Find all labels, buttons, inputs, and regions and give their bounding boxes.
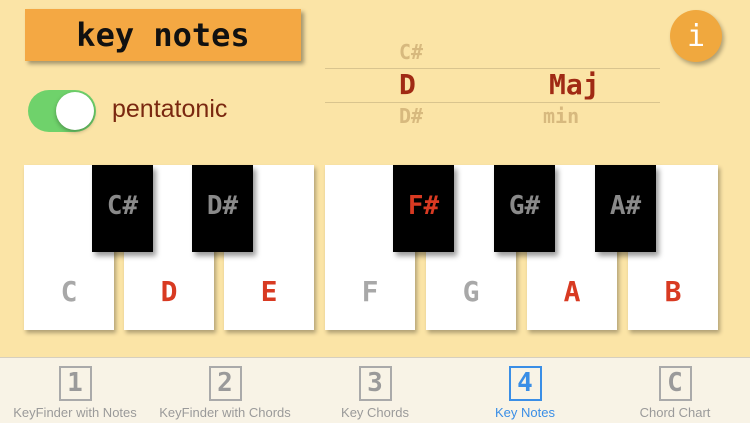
key-picker[interactable]: C# D D# Maj min (325, 38, 660, 130)
tab-chord-chart[interactable]: C Chord Chart (600, 358, 750, 423)
picker-note-selected[interactable]: D (399, 68, 416, 101)
key-label: B (664, 275, 682, 308)
key-label: G# (508, 191, 541, 221)
tab-3-icon: 3 (358, 366, 392, 401)
key-label: C (60, 275, 78, 308)
page-title: key notes (76, 16, 250, 54)
black-key-a-sharp[interactable]: A# (595, 165, 656, 252)
black-key-g-sharp[interactable]: G# (494, 165, 555, 252)
info-button[interactable]: i (670, 10, 722, 62)
tab-key-notes[interactable]: 4 Key Notes (450, 358, 600, 423)
tab-c-icon: C (658, 366, 692, 401)
tab-label: KeyFinder with Notes (13, 405, 137, 420)
picker-mode-selected[interactable]: Maj (549, 68, 600, 101)
piano-keyboard: C D E F G A B C# D# F# G# A# (24, 165, 724, 335)
tab-keyfinder-notes[interactable]: 1 KeyFinder with Notes (0, 358, 150, 423)
key-label: F# (407, 191, 440, 221)
tab-label: Chord Chart (639, 405, 711, 420)
tab-4-icon: 4 (508, 366, 542, 401)
key-label: A# (609, 191, 642, 221)
pentatonic-label: pentatonic (112, 95, 228, 123)
picker-note-above[interactable]: C# (399, 40, 423, 64)
tab-label: Key Chords (341, 405, 409, 420)
toggle-knob (56, 92, 94, 130)
black-key-f-sharp[interactable]: F# (393, 165, 454, 252)
picker-divider-top (325, 68, 660, 69)
key-label: D (160, 275, 178, 308)
key-label: F (361, 275, 379, 308)
black-key-c-sharp[interactable]: C# (92, 165, 153, 252)
tab-1-icon: 1 (58, 366, 92, 401)
tab-2-icon: 2 (208, 366, 242, 401)
black-key-d-sharp[interactable]: D# (192, 165, 253, 252)
key-label: A (563, 275, 581, 308)
tab-label: Key Notes (495, 405, 555, 420)
title-banner: key notes (25, 9, 301, 61)
key-label: G (462, 275, 480, 308)
picker-divider-bottom (325, 102, 660, 103)
key-label: D# (206, 191, 239, 221)
tab-key-chords[interactable]: 3 Key Chords (300, 358, 450, 423)
picker-mode-below[interactable]: min (543, 104, 579, 128)
picker-note-below[interactable]: D# (399, 104, 423, 128)
tab-keyfinder-chords[interactable]: 2 KeyFinder with Chords (150, 358, 300, 423)
tab-label: KeyFinder with Chords (159, 405, 291, 420)
key-label: E (260, 275, 278, 308)
key-label: C# (106, 191, 139, 221)
pentatonic-toggle[interactable] (28, 90, 96, 132)
info-icon: i (686, 18, 706, 54)
tab-bar: 1 KeyFinder with Notes 2 KeyFinder with … (0, 357, 750, 423)
